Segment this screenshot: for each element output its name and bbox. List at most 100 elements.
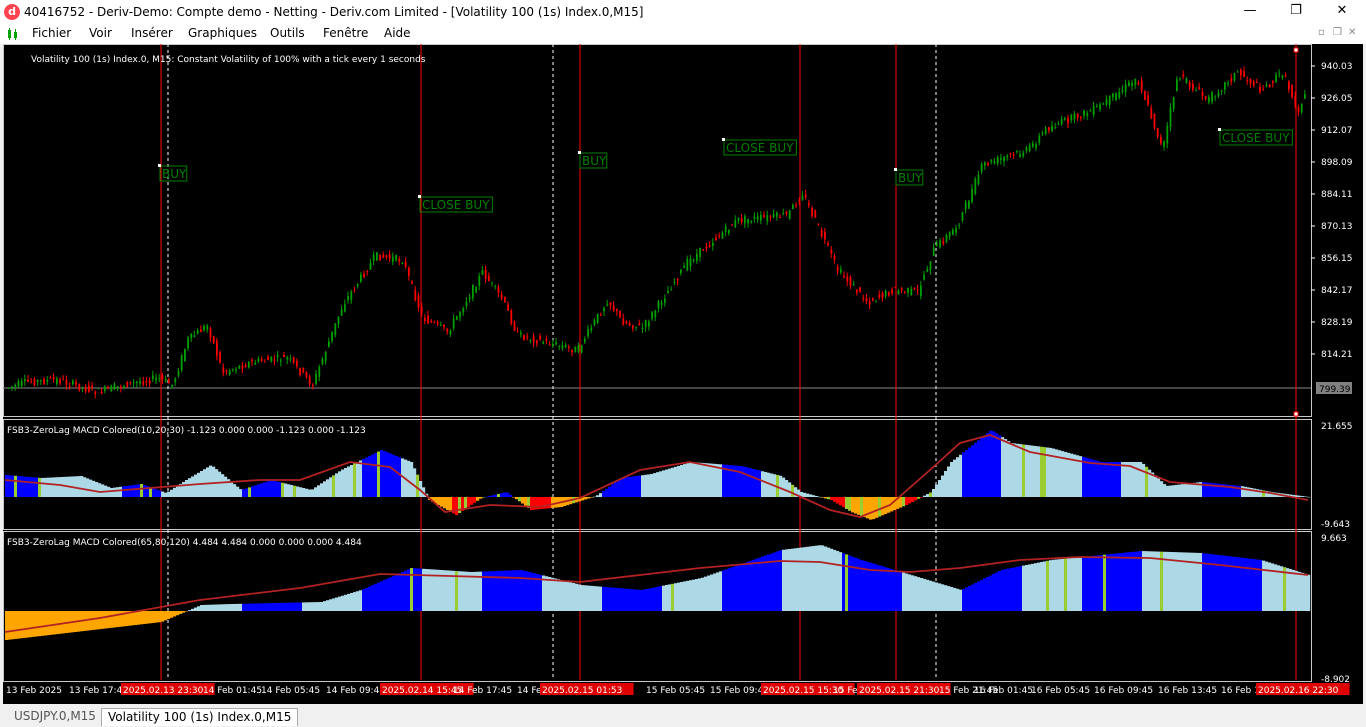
candle-body <box>1105 99 1108 105</box>
chart-description: Volatility 100 (1s) Index.0, M15: Consta… <box>31 55 426 65</box>
candle-body <box>161 375 164 380</box>
macd1-bar <box>941 475 945 497</box>
macd1-bar <box>212 466 216 497</box>
candle-body <box>1300 104 1303 113</box>
macd1-bar <box>599 493 603 497</box>
candle-body <box>331 331 333 341</box>
macd2-bar <box>467 571 471 611</box>
candle-body <box>961 212 964 221</box>
macd1-bar <box>29 477 33 497</box>
candle-body <box>696 253 698 261</box>
chart-window[interactable]: BUY CLOSE BUY BUY CLOSE BUY BUY CLOSE BUY 940… <box>3 44 1363 704</box>
price-label: 814.21 <box>1321 350 1353 360</box>
macd1-bar <box>305 488 309 497</box>
macd1-bar <box>905 497 909 505</box>
macd1-bar <box>518 497 522 502</box>
candle-body <box>347 296 349 301</box>
mdi-close-icon[interactable]: ✕ <box>1348 27 1356 38</box>
menu-fichier[interactable]: Fichier <box>32 26 71 40</box>
macd2-bar <box>1247 558 1251 611</box>
menu-aide[interactable]: Aide <box>384 26 411 40</box>
close-buy-label: CLOSE BUY <box>1222 131 1290 145</box>
macd1-bar <box>242 489 246 497</box>
menu-outils[interactable]: Outils <box>270 26 305 40</box>
macd1-bar <box>137 484 141 497</box>
candle-body <box>596 313 599 323</box>
candle-body <box>1243 71 1245 77</box>
candle-body <box>507 304 509 311</box>
menu-graphiques[interactable]: Graphiques <box>188 26 257 40</box>
macd1-bar <box>293 485 297 497</box>
macd2-bar <box>734 566 738 611</box>
macd2-bar <box>341 595 345 611</box>
price-chart[interactable]: BUY CLOSE BUY BUY CLOSE BUY BUY CLOSE BUY 940… <box>3 44 1363 704</box>
macd2-bar <box>242 603 246 611</box>
candle-body <box>1019 154 1021 157</box>
candle-body <box>446 328 449 332</box>
macd1-bar <box>158 490 162 497</box>
macd1-bar <box>506 492 510 497</box>
chart-window-icon[interactable] <box>6 27 20 41</box>
mdi-restore-icon[interactable]: ❐ <box>1333 27 1342 38</box>
mdi-minimize-icon[interactable]: ▫ <box>1318 27 1325 38</box>
macd1-bar <box>845 497 849 509</box>
buy-label: BUY <box>898 171 923 185</box>
candle-body <box>1176 79 1178 92</box>
macd2-bar <box>173 611 177 617</box>
macd2-bar <box>719 571 723 611</box>
macd1-bar <box>221 474 225 497</box>
macd2-bar <box>275 603 279 611</box>
macd2-bar <box>1118 553 1122 611</box>
macd2-bar <box>218 604 222 611</box>
macd2-bar <box>992 574 996 611</box>
macd1-bar <box>704 463 708 497</box>
macd2-bar <box>320 602 324 611</box>
candle-body <box>667 290 669 294</box>
candle-body <box>212 336 215 344</box>
macd2-bar <box>389 577 393 611</box>
candle-body <box>139 381 141 384</box>
macd1-bar <box>344 468 348 497</box>
macd1-bar <box>110 488 114 497</box>
candle-body <box>1115 92 1117 101</box>
candle-body <box>1265 85 1268 87</box>
macd2-bar <box>1043 561 1047 611</box>
macd2-bar <box>590 585 594 611</box>
minimize-button[interactable]: — <box>1227 0 1273 24</box>
macd2-bar <box>1001 569 1005 611</box>
macd1-bar <box>1169 485 1173 497</box>
macd1-bar <box>635 476 639 497</box>
macd1-bar <box>503 492 507 497</box>
price-label: 898.09 <box>1321 158 1353 168</box>
macd2-bar <box>20 611 24 639</box>
macd2-bar <box>551 577 555 611</box>
macd2-bar <box>1127 552 1131 611</box>
macd2-bar <box>701 577 705 611</box>
candle-body <box>571 349 573 353</box>
tab-usdjpy[interactable]: USDJPY.0,M15 <box>8 708 102 725</box>
candle-body <box>436 321 439 324</box>
macd1-bar <box>182 481 186 497</box>
candle-body <box>225 370 228 372</box>
close-button[interactable]: ✕ <box>1319 0 1365 24</box>
macd2-bar <box>1292 570 1296 611</box>
macd1-bar <box>521 497 525 504</box>
tab-volatility-100[interactable]: Volatility 100 (1s) Index.0,M15 <box>101 708 299 726</box>
menu-voir[interactable]: Voir <box>89 26 112 40</box>
candle-body <box>443 324 445 328</box>
macd2-bar <box>8 611 12 640</box>
maximize-button[interactable]: ❐ <box>1273 0 1319 24</box>
menu-fenetre[interactable]: Fenêtre <box>323 26 368 40</box>
menu-inserer[interactable]: Insérer <box>131 26 173 40</box>
candle-body <box>1067 118 1069 124</box>
candle-body <box>852 284 855 286</box>
candle-body <box>142 381 145 385</box>
macd2-bar <box>728 568 732 611</box>
candle-body <box>292 357 295 363</box>
macd2-bar <box>164 611 168 621</box>
macd2-bar <box>653 587 657 611</box>
candle-body <box>1134 79 1137 86</box>
candle-body <box>1121 90 1124 92</box>
macd2-bar <box>251 603 255 611</box>
macd1-bar <box>545 497 549 509</box>
